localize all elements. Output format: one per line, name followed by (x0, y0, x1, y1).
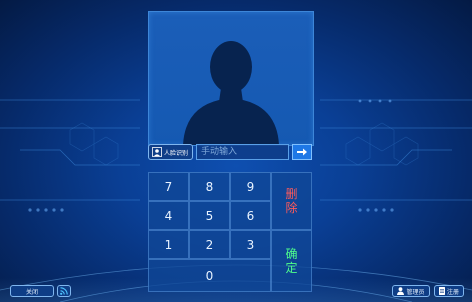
close-button[interactable]: 关闭 (10, 285, 54, 297)
key-2[interactable]: 2 (189, 230, 230, 259)
confirm-button[interactable]: 确 定 (271, 230, 312, 292)
network-status-button[interactable] (57, 285, 71, 297)
key-4[interactable]: 4 (148, 201, 189, 230)
face-photo-frame (148, 11, 314, 146)
delete-label-top: 删 (285, 187, 298, 201)
admin-label: 管理员 (406, 288, 425, 296)
key-7[interactable]: 7 (148, 172, 189, 201)
person-silhouette-icon (183, 41, 279, 145)
signal-icon (59, 287, 68, 295)
numeric-keypad: 7 8 9 4 5 6 1 2 3 0 删 除 确 定 (148, 172, 312, 292)
delete-button[interactable]: 删 除 (271, 172, 312, 230)
submit-arrow-button[interactable] (292, 144, 312, 160)
register-label: 注册 (446, 288, 459, 296)
confirm-label-bottom: 定 (285, 261, 298, 275)
key-1[interactable]: 1 (148, 230, 189, 259)
manual-input-field[interactable]: 手动输入 (196, 144, 289, 160)
manual-input-placeholder: 手动输入 (201, 147, 238, 157)
document-icon (438, 287, 445, 295)
key-0[interactable]: 0 (148, 259, 271, 292)
key-5[interactable]: 5 (189, 201, 230, 230)
face-recognition-button[interactable]: 人脸识别 (148, 144, 193, 160)
key-6[interactable]: 6 (230, 201, 271, 230)
face-scan-icon (152, 147, 162, 157)
close-label: 关闭 (25, 288, 38, 296)
delete-label-bottom: 除 (285, 201, 298, 215)
user-icon (397, 287, 405, 295)
register-button[interactable]: 注册 (434, 285, 464, 297)
key-3[interactable]: 3 (230, 230, 271, 259)
face-recognition-label: 人脸识别 (164, 149, 189, 157)
admin-button[interactable]: 管理员 (392, 285, 430, 297)
key-8[interactable]: 8 (189, 172, 230, 201)
arrow-right-icon (297, 148, 307, 156)
key-9[interactable]: 9 (230, 172, 271, 201)
confirm-label-top: 确 (285, 247, 298, 261)
